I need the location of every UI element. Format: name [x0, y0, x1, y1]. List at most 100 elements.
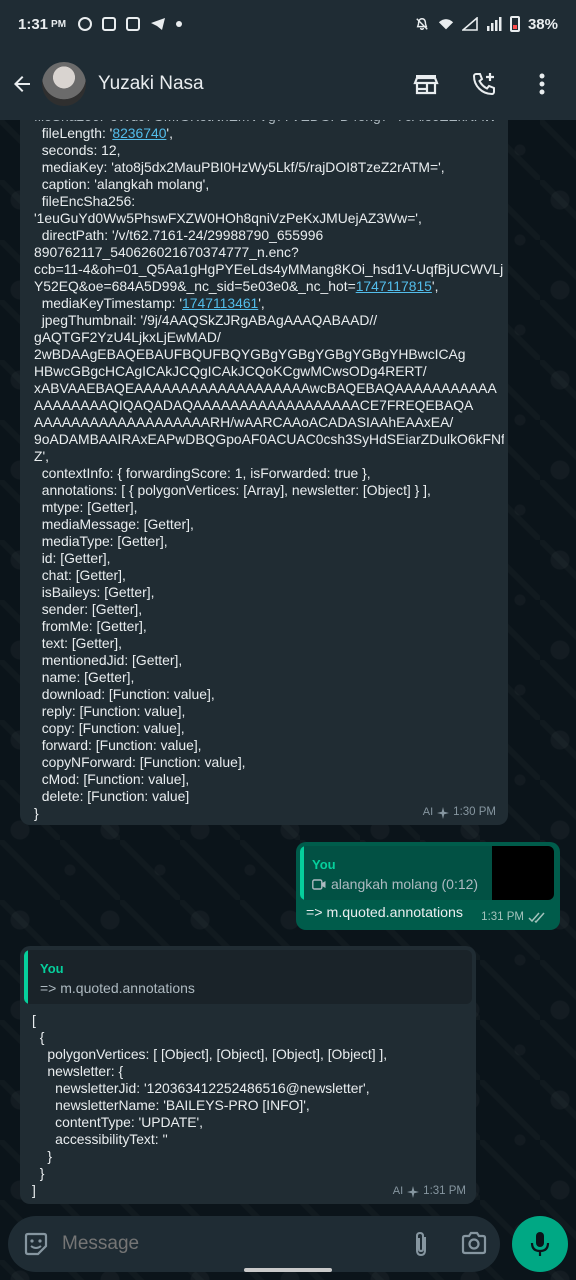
video-camera-icon: [312, 879, 326, 890]
quoted-message[interactable]: You => m.quoted.annotations: [24, 950, 472, 1004]
message-bubble-outgoing[interactable]: You alangkah molang (0:12) => m.quoted.a…: [296, 842, 560, 930]
code-line: isBaileys: [Getter],: [34, 584, 504, 601]
code-line: copyNForward: [Function: value],: [34, 754, 504, 771]
camera-button[interactable]: [460, 1230, 488, 1258]
paperclip-icon: [416, 1231, 426, 1257]
store-icon: [413, 75, 439, 95]
sparkle-icon: [407, 1185, 420, 1198]
discord-notification-icon: [102, 17, 117, 31]
back-button[interactable]: [2, 64, 42, 104]
code-line: newsletterName: 'BAILEYS-PRO [INFO]',: [32, 1097, 310, 1113]
message-meta: 1:31 PM: [481, 909, 546, 926]
code-line: }: [32, 1165, 45, 1181]
attach-button[interactable]: [410, 1230, 434, 1258]
code-line: newsletterJid: '120363412252486516@newsl…: [32, 1080, 370, 1096]
message-text: [ { polygonVertices: [ [Object], [Object…: [32, 1012, 472, 1199]
more-options-button[interactable]: [522, 64, 562, 104]
store-button[interactable]: [406, 64, 446, 104]
code-text: ccb=11-4&oh=01_Q5Aa1gHgPYEeLds4yMMang8KO…: [34, 261, 504, 277]
code-line: contentType: 'UPDATE',: [32, 1114, 204, 1130]
code-text: fromMe: [Getter],: [34, 618, 147, 634]
code-text: mediaType: [Getter],: [34, 533, 168, 549]
code-line: mediaKey: 'ato8j5dx2MauPBI0HzWy5Lkf/5/ra…: [34, 159, 504, 176]
code-text: delete: [Function: value]: [34, 788, 190, 804]
signal-bars-icon: [486, 17, 502, 31]
message-bubble-incoming[interactable]: fileSha256: 'oWuJ7GMIGKotNhEmVVg77VEDGPD…: [20, 96, 508, 825]
code-line: annotations: [ { polygonVertices: [Array…: [34, 482, 504, 499]
code-line: forward: [Function: value],: [34, 737, 504, 754]
code-text: AAAAAAAAAAAAAAAAAAARH/wAARCAAoACADASIAAh…: [34, 414, 454, 430]
code-text: 9oADAMBAAIRAxEAPwDBQGpoAF0ACUAC0csh3SyHd…: [34, 431, 504, 447]
code-text: xABVAAEBAQEAAAAAAAAAAAAAAAAAAAwcBAQEBAQA…: [34, 380, 497, 396]
code-line: mtype: [Getter],: [34, 499, 504, 516]
code-text: seconds: 12,: [34, 142, 121, 158]
message-bubble-incoming[interactable]: You => m.quoted.annotations [ { polygonV…: [20, 946, 476, 1204]
code-text: copyNForward: [Function: value],: [34, 754, 246, 770]
code-line: delete: [Function: value]: [34, 788, 504, 805]
code-text: id: [Getter],: [34, 550, 111, 566]
code-text: annotations: [ { polygonVertices: [Array…: [34, 482, 431, 498]
ai-label: AI: [392, 1185, 404, 1197]
more-notifications-dot-icon: [176, 21, 183, 27]
quote-bar: [24, 950, 28, 1004]
code-text: directPath: '/v/t62.7161-24/29988790_655…: [34, 227, 324, 243]
code-line: name: [Getter],: [34, 669, 504, 686]
code-line: sender: [Getter],: [34, 601, 504, 618]
game-notification-icon: [126, 17, 141, 31]
quote-bar: [300, 846, 304, 900]
emoji-button[interactable]: [22, 1230, 50, 1258]
code-line: mediaType: [Getter],: [34, 533, 504, 550]
code-text: gAQTGF2YzU4LjkxLjEwMAD/: [34, 329, 221, 345]
code-line: {: [32, 1029, 45, 1045]
whatsapp-notification-icon: [78, 17, 93, 31]
code-text: '1euGuYd0Ww5PhswFXZW0HOh8qniVzPeKxJMUejA…: [34, 210, 422, 226]
code-line: mentionedJid: [Getter],: [34, 652, 504, 669]
code-text: ',: [166, 125, 173, 141]
signal-icon: [461, 17, 478, 31]
contact-name[interactable]: Yuzaki Nasa: [98, 73, 204, 95]
code-text: mediaKeyTimestamp: ': [34, 295, 183, 311]
read-receipt-icon: [528, 912, 545, 923]
code-text: name: [Getter],: [34, 669, 135, 685]
chat-header: Yuzaki Nasa: [0, 48, 576, 120]
code-line: 2wBDAAgEBAQEBAUFBQUFBQYGBgYGBgYGBgYGBgYH…: [34, 346, 504, 363]
code-line: text: [Getter],: [34, 635, 504, 652]
add-call-button[interactable]: [464, 64, 504, 104]
code-text: chat: [Getter],: [34, 567, 126, 583]
message-text: fileLength: '8236740', seconds: 12, medi…: [34, 125, 504, 822]
message-meta: AI 1:31 PM: [393, 1183, 466, 1200]
code-text: mediaKey: 'ato8j5dx2MauPBI0HzWy5Lkf/5/ra…: [34, 159, 445, 175]
phone-number-link[interactable]: 1747117815: [356, 278, 432, 294]
sticker-icon: [24, 1232, 48, 1256]
quote-text: => m.quoted.annotations: [40, 980, 195, 996]
code-text: ',: [431, 278, 439, 294]
code-line: Y52EQ&oe=684A5D99&_nc_sid=5e03e0&_nc_hot…: [34, 278, 504, 295]
code-line: fileEncSha256:: [34, 193, 504, 210]
ai-label: AI: [422, 806, 434, 818]
more-vert-icon: [539, 73, 545, 95]
sparkle-icon: [437, 806, 450, 819]
code-text: sender: [Getter],: [34, 601, 143, 617]
phone-number-link[interactable]: 8236740: [112, 125, 166, 141]
code-line: fromMe: [Getter],: [34, 618, 504, 635]
quote-author: You: [40, 961, 64, 976]
code-line: gAQTGF2YzU4LjkxLjEwMAD/: [34, 329, 504, 346]
battery-icon: [509, 16, 520, 32]
quoted-message[interactable]: You alangkah molang (0:12): [300, 846, 554, 900]
quote-author: You: [312, 857, 336, 872]
code-line: 9oADAMBAAIRAxEAPwDBQGpoAF0ACUAC0csh3SyHd…: [34, 431, 504, 448]
code-line: cMod: [Function: value],: [34, 771, 504, 788]
message-input[interactable]: [62, 1233, 362, 1255]
code-line: fileLength: '8236740',: [34, 125, 504, 142]
code-line: chat: [Getter],: [34, 567, 504, 584]
avatar[interactable]: [42, 62, 86, 106]
gesture-bar: [244, 1268, 332, 1272]
message-text: => m.quoted.annotations: [306, 905, 463, 921]
voice-message-button[interactable]: [512, 1216, 568, 1272]
code-text: reply: [Function: value],: [34, 703, 186, 719]
code-text: mediaMessage: [Getter],: [34, 516, 194, 532]
code-line: '1euGuYd0Ww5PhswFXZW0HOh8qniVzPeKxJMUejA…: [34, 210, 504, 227]
phone-number-link[interactable]: 1747113461: [182, 295, 258, 311]
code-text: jpegThumbnail: '/9j/4AAQSkZJRgABAgAAAQAB…: [34, 312, 378, 328]
code-text: fileEncSha256:: [34, 193, 136, 209]
